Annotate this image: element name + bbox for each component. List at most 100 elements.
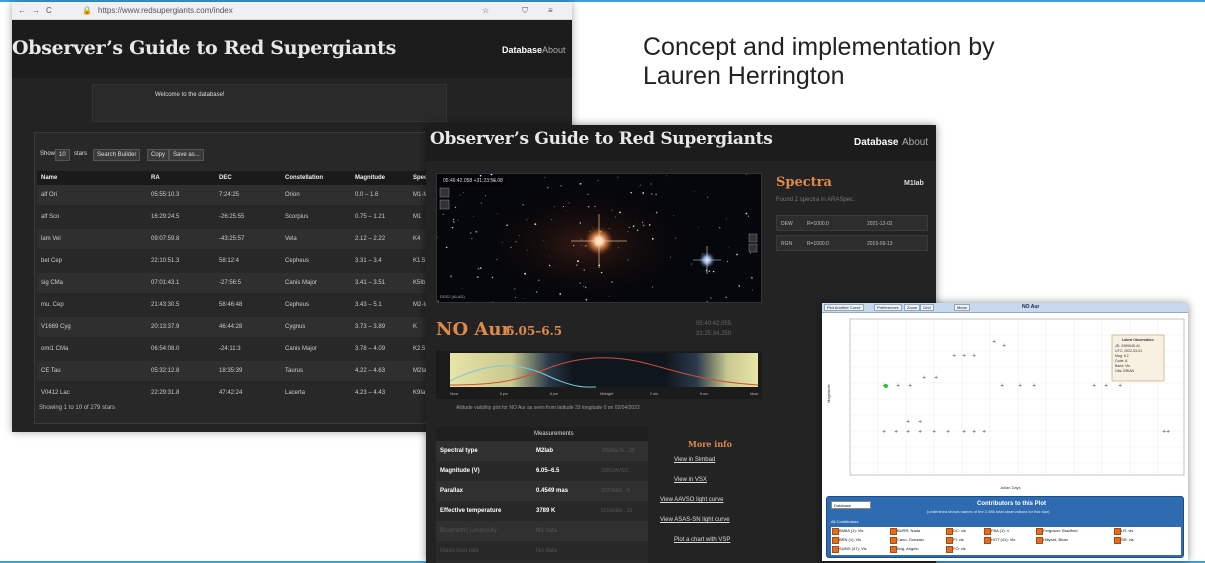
contributor-cell[interactable]: SR: vis bbox=[1113, 536, 1134, 544]
site-title[interactable]: Observer’s Guide to Red Supergiants bbox=[12, 37, 396, 59]
contributor-cell[interactable]: Brig, Angelo bbox=[889, 545, 919, 553]
reload-icon[interactable]: C bbox=[46, 6, 52, 15]
highlighted-observation[interactable] bbox=[884, 384, 888, 388]
observation-point[interactable]: + bbox=[1104, 383, 1108, 389]
observation-point[interactable]: + bbox=[952, 353, 956, 359]
preferences-button[interactable]: Preferences bbox=[874, 304, 902, 311]
contributor-cell[interactable]: HOT (41): Vis bbox=[983, 536, 1015, 544]
contributor-cell[interactable]: BNBA (1): Vis bbox=[831, 527, 863, 535]
search-builder-button[interactable]: Search Builder bbox=[93, 149, 141, 161]
observation-point[interactable]: + bbox=[982, 429, 986, 435]
contributor-cell[interactable]: FBA (1): V bbox=[983, 527, 1009, 535]
table-info: Showing 1 to 10 of 279 stars bbox=[39, 405, 116, 411]
external-link[interactable]: View in Simbad bbox=[674, 457, 715, 463]
copy-button[interactable]: Copy bbox=[147, 149, 170, 161]
observation-point[interactable]: + bbox=[882, 429, 886, 435]
contributor-cell[interactable]: Cano, Gonzalo bbox=[889, 536, 924, 544]
back-icon[interactable]: ← bbox=[18, 6, 26, 15]
contributor-cell[interactable]: Ferguson: Bradford bbox=[1035, 527, 1077, 535]
observation-point[interactable]: + bbox=[896, 383, 900, 389]
observation-point[interactable]: + bbox=[934, 375, 938, 381]
measurement-reference[interactable]: 2009JAVSO… bbox=[601, 468, 633, 474]
observation-point[interactable]: + bbox=[918, 419, 922, 425]
observation-point[interactable]: + bbox=[894, 429, 898, 435]
light-curve-plot[interactable]: +++++++++++++++++++++++++++++ Magnitude … bbox=[822, 313, 1188, 493]
observation-point[interactable]: + bbox=[906, 429, 910, 435]
database-select[interactable]: Database bbox=[831, 501, 871, 509]
bookmark-star-icon[interactable]: ☆ bbox=[482, 6, 489, 15]
background-star bbox=[577, 260, 579, 263]
contributor-cell[interactable]: BRN (1): Vis bbox=[831, 536, 861, 544]
table-cell[interactable]: V1669 Cyg bbox=[41, 324, 71, 330]
nav-database[interactable]: Database bbox=[854, 137, 898, 148]
site-title[interactable]: Observer’s Guide to Red Supergiants bbox=[430, 129, 773, 149]
table-cell[interactable]: mu. Cep bbox=[41, 302, 64, 308]
observation-point[interactable]: + bbox=[932, 429, 936, 435]
observation-point[interactable]: + bbox=[962, 429, 966, 435]
external-link[interactable]: Plot a chart with VSP bbox=[674, 537, 730, 543]
table-cell[interactable]: lam Vel bbox=[41, 236, 61, 242]
contributor-cell[interactable]: SUMS (47): Vis bbox=[831, 545, 867, 553]
measurement-reference[interactable]: 2018A&A…61 bbox=[601, 508, 633, 514]
table-cell[interactable]: sig CMa bbox=[41, 280, 63, 286]
column-header[interactable]: RA bbox=[151, 175, 160, 181]
measurement-reference[interactable]: 1968ApJS…25 bbox=[601, 448, 635, 454]
contributor-cell[interactable]: FO: vis bbox=[945, 545, 966, 553]
column-header[interactable]: Name bbox=[41, 175, 57, 181]
plot-another-button[interactable]: Plot Another Curve bbox=[824, 304, 864, 311]
observation-point[interactable]: + bbox=[908, 383, 912, 389]
table-cell[interactable]: V0412 Lac bbox=[41, 390, 70, 396]
column-header[interactable]: Magnitude bbox=[355, 175, 385, 181]
forward-icon[interactable]: → bbox=[32, 6, 40, 15]
table-cell[interactable]: omi1 CMa bbox=[41, 346, 68, 352]
observation-point[interactable]: + bbox=[1032, 383, 1036, 389]
url-bar[interactable]: https://www.redsupergiants.com/index bbox=[98, 6, 233, 15]
observation-point[interactable]: + bbox=[918, 429, 922, 435]
table-cell: -26:25:55 bbox=[219, 214, 245, 220]
zoom-button[interactable]: Zoom bbox=[904, 304, 921, 311]
table-cell[interactable]: bet Cep bbox=[41, 258, 62, 264]
contributor-cell[interactable]: DC: vis bbox=[945, 527, 966, 535]
contributor-cell[interactable]: FI: vis bbox=[945, 536, 964, 544]
observation-point[interactable]: + bbox=[972, 429, 976, 435]
external-link[interactable]: View AAVSO light curve bbox=[660, 497, 723, 503]
measurement-label: Magnitude (V) bbox=[440, 468, 480, 474]
nav-about[interactable]: About bbox=[542, 45, 566, 55]
menu-icon[interactable]: ≡ bbox=[548, 6, 553, 15]
observation-point[interactable]: + bbox=[1002, 343, 1006, 349]
observation-point[interactable]: + bbox=[992, 339, 996, 345]
observation-point[interactable]: + bbox=[1018, 383, 1022, 389]
nav-database[interactable]: Database bbox=[502, 45, 542, 55]
contributor-cell[interactable]: BURR: Nada bbox=[889, 527, 920, 535]
observation-point[interactable]: + bbox=[922, 375, 926, 381]
grid-button[interactable]: Grid bbox=[920, 304, 934, 311]
observation-point[interactable]: + bbox=[1092, 383, 1096, 389]
shield-icon[interactable]: ⛉ bbox=[522, 6, 528, 16]
background-star bbox=[638, 186, 640, 188]
save-as-button[interactable]: Save as... bbox=[169, 149, 204, 161]
page-length-select[interactable]: 10 bbox=[55, 149, 70, 161]
table-cell[interactable]: CE Tau bbox=[41, 368, 61, 374]
sky-image-viewer[interactable]: 05:46:42.058 +31:23:56.08 DSS2 (ALAD) bbox=[436, 173, 762, 303]
external-link[interactable]: View ASAS-SN light curve bbox=[660, 517, 730, 523]
contributor-cell[interactable]: LR: vis bbox=[1113, 527, 1133, 535]
observation-point[interactable]: + bbox=[1166, 429, 1170, 435]
observation-point[interactable]: + bbox=[1118, 383, 1122, 389]
measurement-reference[interactable]: 2020A&A…6 bbox=[601, 488, 630, 494]
observation-point[interactable]: + bbox=[962, 353, 966, 359]
observation-point[interactable]: + bbox=[1000, 383, 1004, 389]
external-link[interactable]: View in VSX bbox=[674, 477, 707, 483]
observation-point[interactable]: + bbox=[972, 353, 976, 359]
nav-about[interactable]: About bbox=[902, 137, 928, 148]
spectrum-row[interactable]: RGN R=1000.0 2019-09-13 bbox=[776, 235, 928, 251]
table-cell[interactable]: alf Ori bbox=[41, 192, 57, 198]
column-header[interactable]: DEC bbox=[219, 175, 232, 181]
table-cell[interactable]: alf Sco bbox=[41, 214, 59, 220]
mean-button[interactable]: Mean bbox=[954, 304, 971, 311]
observation-point[interactable]: + bbox=[906, 419, 910, 425]
all-contributors-checkbox[interactable]: All Contributors bbox=[831, 519, 858, 524]
column-header[interactable]: Constellation bbox=[285, 175, 323, 181]
spectrum-row[interactable]: DEW R=1000.0 2021-12-02 bbox=[776, 215, 928, 231]
observation-point[interactable]: + bbox=[946, 429, 950, 435]
contributor-cell[interactable]: Hillyard, Brian bbox=[1035, 536, 1068, 544]
